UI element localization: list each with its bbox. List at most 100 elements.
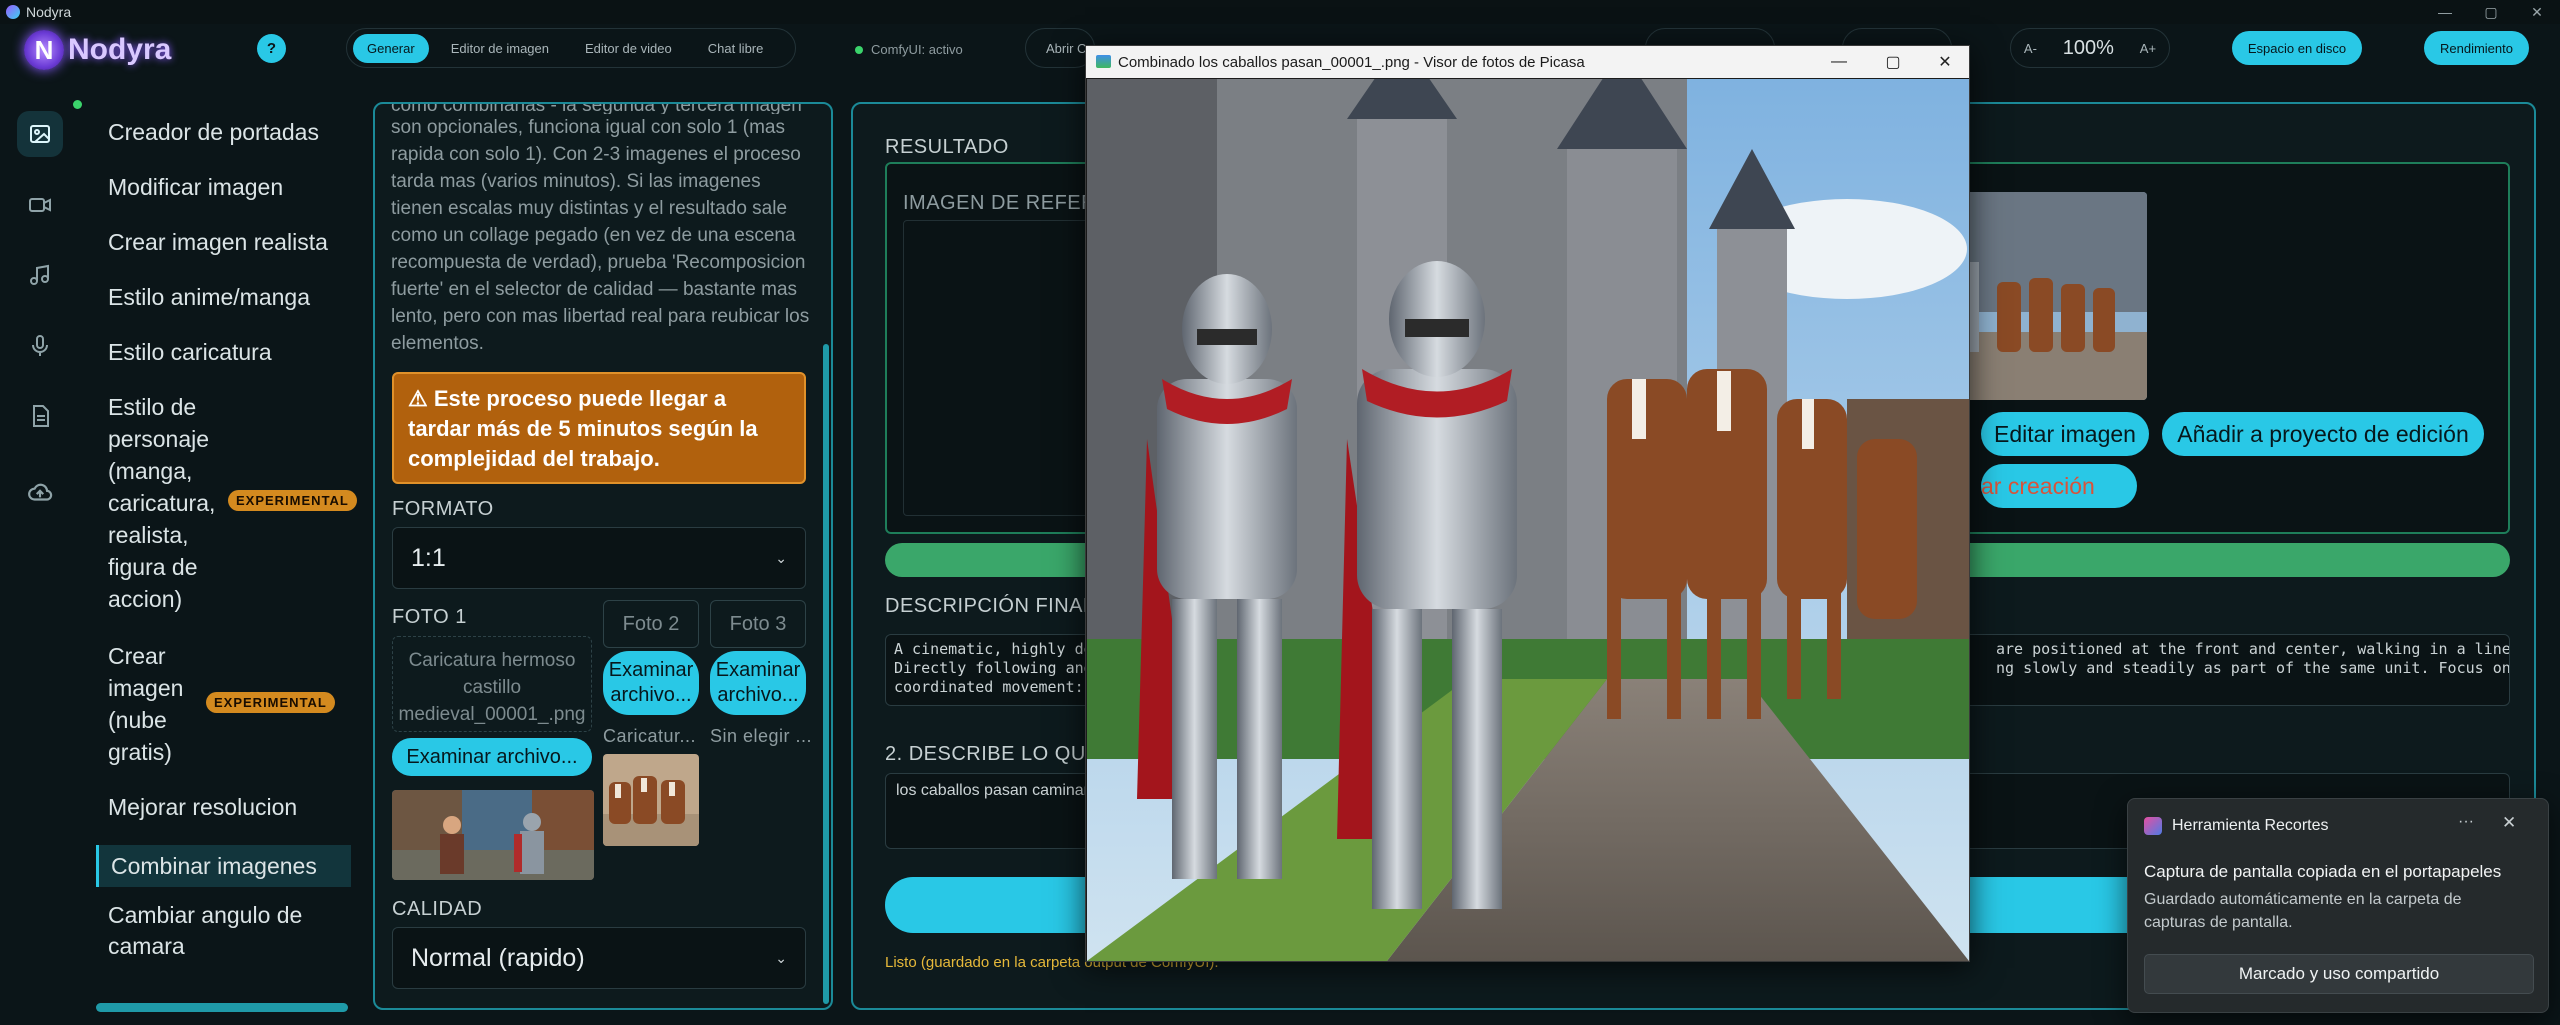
open-button-label: Abrir C	[1046, 40, 1087, 56]
zoom-in-button[interactable]: A+	[2140, 41, 2156, 56]
mode-tabs: Generar Editor de imagen Editor de video…	[346, 28, 796, 68]
tool-menu: Creador de portadas Modificar imagen Cre…	[96, 100, 357, 1012]
cloud-upload-icon[interactable]	[17, 470, 63, 516]
menu-scrollbar[interactable]	[96, 1003, 348, 1012]
minimize-button[interactable]: —	[2422, 0, 2468, 24]
menu-item-modificar[interactable]: Modificar imagen	[108, 171, 283, 203]
image-icon[interactable]	[17, 111, 63, 157]
edit-image-button[interactable]: Editar imagen	[1981, 412, 2149, 456]
photo3-browse-button[interactable]: Examinar archivo...	[710, 651, 806, 715]
picasa-app-icon	[1096, 55, 1111, 68]
photo3-name: Sin elegir ...	[710, 726, 813, 746]
photo1-browse-button[interactable]: Examinar archivo...	[392, 738, 592, 776]
quality-select[interactable]: Normal (rapido) ⌄	[392, 927, 806, 989]
zoom-control: A- 100% A+	[2010, 28, 2170, 68]
toast-heading: Captura de pantalla copiada en el portap…	[2144, 862, 2502, 881]
menu-item-personaje[interactable]: Estilo de personaje (manga, caricatura, …	[108, 391, 228, 615]
menu-line: Estilo de	[108, 394, 197, 420]
markup-share-button[interactable]: Marcado y uso compartido	[2144, 954, 2534, 994]
combined-image	[1087, 79, 1969, 961]
format-select[interactable]: 1:1 ⌄	[392, 527, 806, 589]
picasa-minimize-button[interactable]: —	[1814, 46, 1864, 78]
menu-item-portadas[interactable]: Creador de portadas	[108, 116, 319, 148]
disk-space-button[interactable]: Espacio en disco	[2232, 31, 2362, 65]
zoom-out-button[interactable]: A-	[2024, 41, 2037, 56]
chevron-down-icon: ⌄	[775, 549, 787, 566]
toast-title: Herramienta Recortes	[2172, 817, 2329, 834]
photo1-label: FOTO 1	[392, 606, 467, 628]
menu-line: realista,	[108, 522, 189, 548]
help-button[interactable]: ?	[257, 34, 286, 63]
menu-item-anime[interactable]: Estilo anime/manga	[108, 281, 310, 313]
window-title: Nodyra	[26, 4, 72, 20]
comfyui-status: ComfyUI: activo	[855, 42, 963, 57]
photo2-thumbnail	[603, 754, 699, 846]
tab-generar[interactable]: Generar	[353, 33, 429, 63]
toast-close-icon[interactable]: ✕	[2502, 813, 2516, 833]
picasa-title-bar[interactable]: Combinado los caballos pasan_00001_.png …	[1086, 46, 1969, 78]
quality-label: CALIDAD	[392, 898, 483, 920]
snipping-toast[interactable]: Herramienta Recortes ··· ✕ Captura de pa…	[2127, 798, 2549, 1013]
final-text-right: are positioned at the front and center, …	[1996, 640, 2510, 677]
photo1-file-name: Caricatura hermoso castillo medieval_000…	[392, 636, 592, 732]
menu-line: accion)	[108, 586, 183, 612]
format-value: 1:1	[411, 543, 446, 572]
more-options-icon[interactable]: ···	[2458, 813, 2474, 831]
picasa-close-button[interactable]: ✕	[1920, 46, 1970, 78]
tab-editor-video[interactable]: Editor de video	[571, 34, 686, 63]
menu-line: figura de	[108, 554, 198, 580]
logo-mark: N	[24, 30, 64, 70]
menu-line: personaje	[108, 426, 210, 452]
add-to-project-button[interactable]: Añadir a proyecto de edición	[2162, 412, 2484, 456]
tab-editor-imagen[interactable]: Editor de imagen	[437, 34, 563, 63]
maximize-button[interactable]: ▢	[2468, 0, 2514, 24]
music-icon[interactable]	[17, 252, 63, 298]
menu-item-resolucion[interactable]: Mejorar resolucion	[108, 791, 297, 823]
picasa-title: Combinado los caballos pasan_00001_.png …	[1118, 53, 1585, 71]
help-text: son opcionales, funciona igual con solo …	[391, 117, 810, 354]
photo2-label: Foto 2	[603, 600, 699, 648]
document-icon[interactable]	[17, 393, 63, 439]
menu-line: caricatura,	[108, 490, 216, 516]
tab-chat-libre[interactable]: Chat libre	[694, 34, 778, 63]
quality-value: Normal (rapido)	[411, 943, 585, 972]
picasa-viewer-window[interactable]: Combinado los caballos pasan_00001_.png …	[1085, 45, 1970, 962]
experimental-badge: EXPERIMENTAL	[228, 490, 357, 511]
experimental-badge: EXPERIMENTAL	[206, 692, 335, 713]
toast-body: Guardado automáticamente en la carpeta d…	[2144, 891, 2462, 931]
menu-line: gratis)	[108, 739, 172, 765]
result-label: RESULTADO	[885, 136, 1009, 158]
final-text-left: A cinematic, highly de Directly followin…	[894, 640, 1093, 696]
final-description-label: DESCRIPCIÓN FINAL	[885, 595, 1095, 617]
zoom-value: 100%	[2062, 36, 2114, 59]
panel-scrollbar[interactable]	[823, 344, 829, 1004]
describe-label: 2. DESCRIBE LO QUE	[885, 743, 1100, 765]
status-dot-icon	[855, 45, 863, 54]
menu-item-combinar[interactable]: Combinar imagenes	[96, 845, 351, 887]
logo-text: Nodyra	[68, 33, 172, 66]
photo1-thumbnail	[392, 790, 594, 880]
menu-item-caricatura[interactable]: Estilo caricatura	[108, 336, 272, 368]
options-panel: como combinarlas - la segunda y tercera …	[373, 102, 833, 1010]
creation-button[interactable]: ar creación	[1981, 464, 2137, 508]
menu-item-realista[interactable]: Crear imagen realista	[108, 226, 328, 258]
reference-label: IMAGEN DE REFERE	[903, 192, 1110, 214]
performance-button[interactable]: Rendimiento	[2424, 31, 2529, 65]
picasa-maximize-button[interactable]: ▢	[1868, 46, 1918, 78]
photo2-name: Caricatur...	[603, 726, 697, 746]
close-button[interactable]: ✕	[2514, 0, 2560, 24]
status-text: ComfyUI: activo	[871, 42, 963, 57]
menu-item-angulo[interactable]: Cambiar angulo de camara	[108, 900, 338, 962]
title-bar: Nodyra — ▢ ✕	[0, 0, 2560, 24]
icon-rail	[11, 100, 82, 520]
app-icon	[6, 5, 20, 19]
video-icon[interactable]	[17, 182, 63, 228]
menu-line: Crear	[108, 643, 166, 669]
format-label: FORMATO	[392, 498, 494, 520]
photo3-label: Foto 3	[710, 600, 806, 648]
online-dot-icon	[73, 100, 82, 109]
chevron-down-icon: ⌄	[775, 949, 787, 966]
photo2-browse-button[interactable]: Examinar archivo...	[603, 651, 699, 715]
warning-box: ⚠ Este proceso puede llegar a tardar más…	[392, 372, 806, 484]
mic-icon[interactable]	[17, 323, 63, 369]
